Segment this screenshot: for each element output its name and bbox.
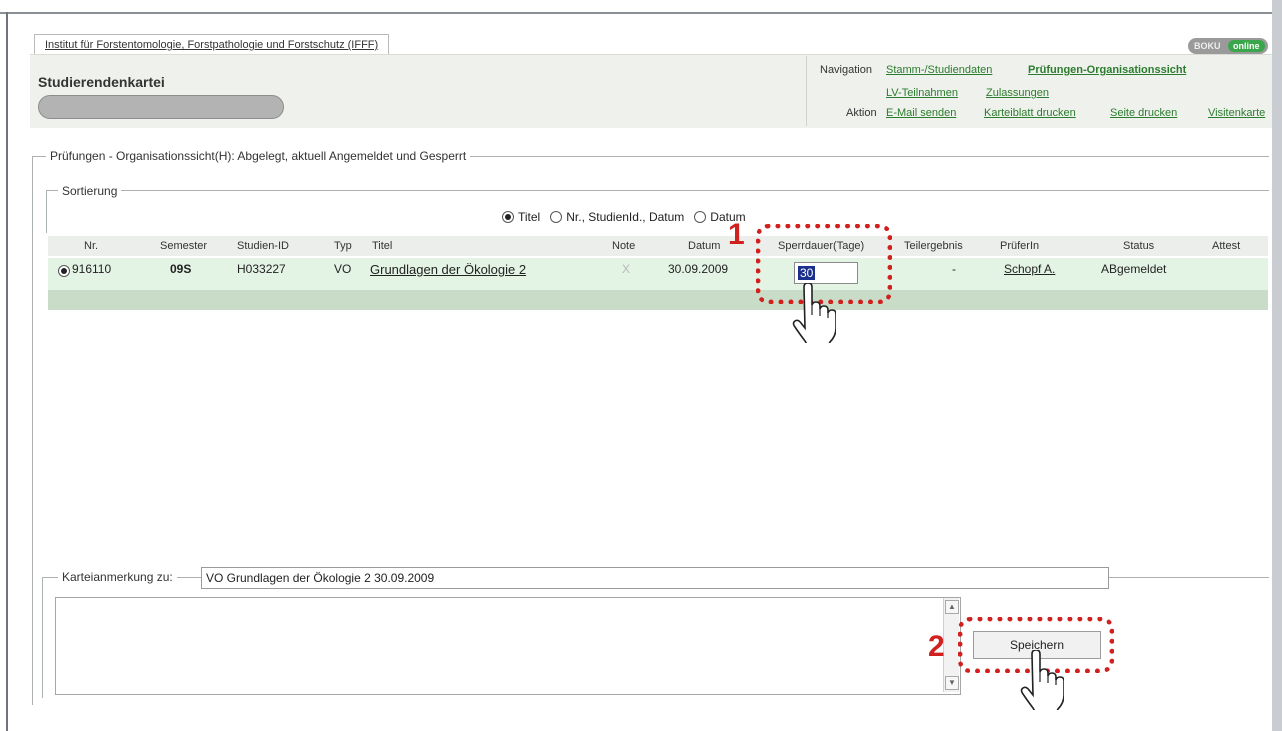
link-karteiblatt-drucken[interactable]: Karteiblatt drucken (984, 107, 1076, 119)
table-row (48, 258, 1268, 290)
cell-status: ABgemeldet (1101, 262, 1167, 276)
boku-online-logo: BOKU online (1188, 38, 1268, 54)
window-right-border (1272, 0, 1282, 731)
pointer-hand-icon (792, 283, 836, 343)
col-nr: Nr. (84, 240, 99, 252)
col-titel: Titel (372, 240, 393, 252)
cell-note: X (622, 262, 631, 276)
col-prueferin: PrüferIn (1000, 240, 1040, 252)
col-datum: Datum (688, 240, 721, 252)
step-number-2: 2 (928, 630, 945, 663)
window-left-border (6, 12, 8, 731)
link-visitenkarte[interactable]: Visitenkarte (1208, 107, 1265, 119)
cell-teilergebnis: - (952, 262, 956, 276)
link-seite-drucken[interactable]: Seite drucken (1110, 107, 1177, 119)
institute-tab-label[interactable]: Institut für Forstentomologie, Forstpath… (45, 39, 378, 51)
pointer-hand-icon (1020, 650, 1064, 710)
institute-tab[interactable]: Institut für Forstentomologie, Forstpath… (34, 34, 390, 55)
col-typ: Typ (334, 240, 352, 252)
table-row-spacer (48, 290, 1268, 310)
table-header (48, 236, 1268, 256)
sort-radio-datum[interactable] (694, 211, 707, 223)
link-stamm-studiendaten[interactable]: Stamm-/Studiendaten (886, 64, 992, 76)
cell-semester: 09S (170, 262, 192, 276)
col-note: Note (612, 240, 636, 252)
window-top-border (0, 0, 1282, 14)
action-label: Aktion (846, 107, 877, 119)
textarea-scrollbar[interactable]: ▲ ▼ (943, 598, 959, 692)
col-status: Status (1123, 240, 1155, 252)
step-number-1: 1 (728, 218, 745, 251)
karte-title-input[interactable]: VO Grundlagen der Ökologie 2 30.09.2009 (201, 567, 1109, 589)
student-name-redacted (38, 95, 284, 119)
cell-pruefer-link[interactable]: Schopf A. (1004, 262, 1055, 276)
scroll-up-icon[interactable]: ▲ (945, 600, 959, 614)
cell-datum: 30.09.2009 (668, 262, 729, 276)
row-select-radio[interactable] (58, 265, 70, 277)
sort-radio-nr[interactable] (550, 211, 563, 223)
col-attest: Attest (1212, 240, 1241, 252)
karte-notes-textarea[interactable] (55, 597, 961, 695)
link-lv-teilnahmen[interactable]: LV-Teilnahmen (886, 87, 958, 99)
sort-options: Titel Nr., StudienId., Datum Datum (502, 210, 746, 224)
navigation-label: Navigation (820, 64, 872, 76)
cell-studien-id: H033227 (237, 262, 286, 276)
col-semester: Semester (160, 240, 208, 252)
exams-legend: Prüfungen - Organisationssicht(H): Abgel… (46, 149, 471, 163)
sort-legend: Sortierung (58, 184, 122, 198)
link-zulassungen[interactable]: Zulassungen (986, 87, 1049, 99)
link-pruefungen-organisationssicht[interactable]: Prüfungen-Organisationssicht (1028, 64, 1186, 76)
scroll-down-icon[interactable]: ▼ (945, 676, 959, 690)
link-email-senden[interactable]: E-Mail senden (886, 107, 956, 119)
sort-radio-titel[interactable] (502, 211, 514, 223)
karte-label: Karteianmerkung zu: (58, 570, 177, 584)
sort-label-nr[interactable]: Nr., StudienId., Datum (566, 210, 684, 224)
col-teilergebnis: Teilergebnis (904, 240, 963, 252)
cell-titel-link[interactable]: Grundlagen der Ökologie 2 (370, 262, 526, 277)
cell-nr: 916110 (72, 262, 112, 276)
sort-label-titel[interactable]: Titel (518, 210, 540, 224)
col-studien-id: Studien-ID (237, 240, 289, 252)
page-title: Studierendenkartei (38, 74, 165, 90)
cell-typ: VO (334, 262, 352, 276)
